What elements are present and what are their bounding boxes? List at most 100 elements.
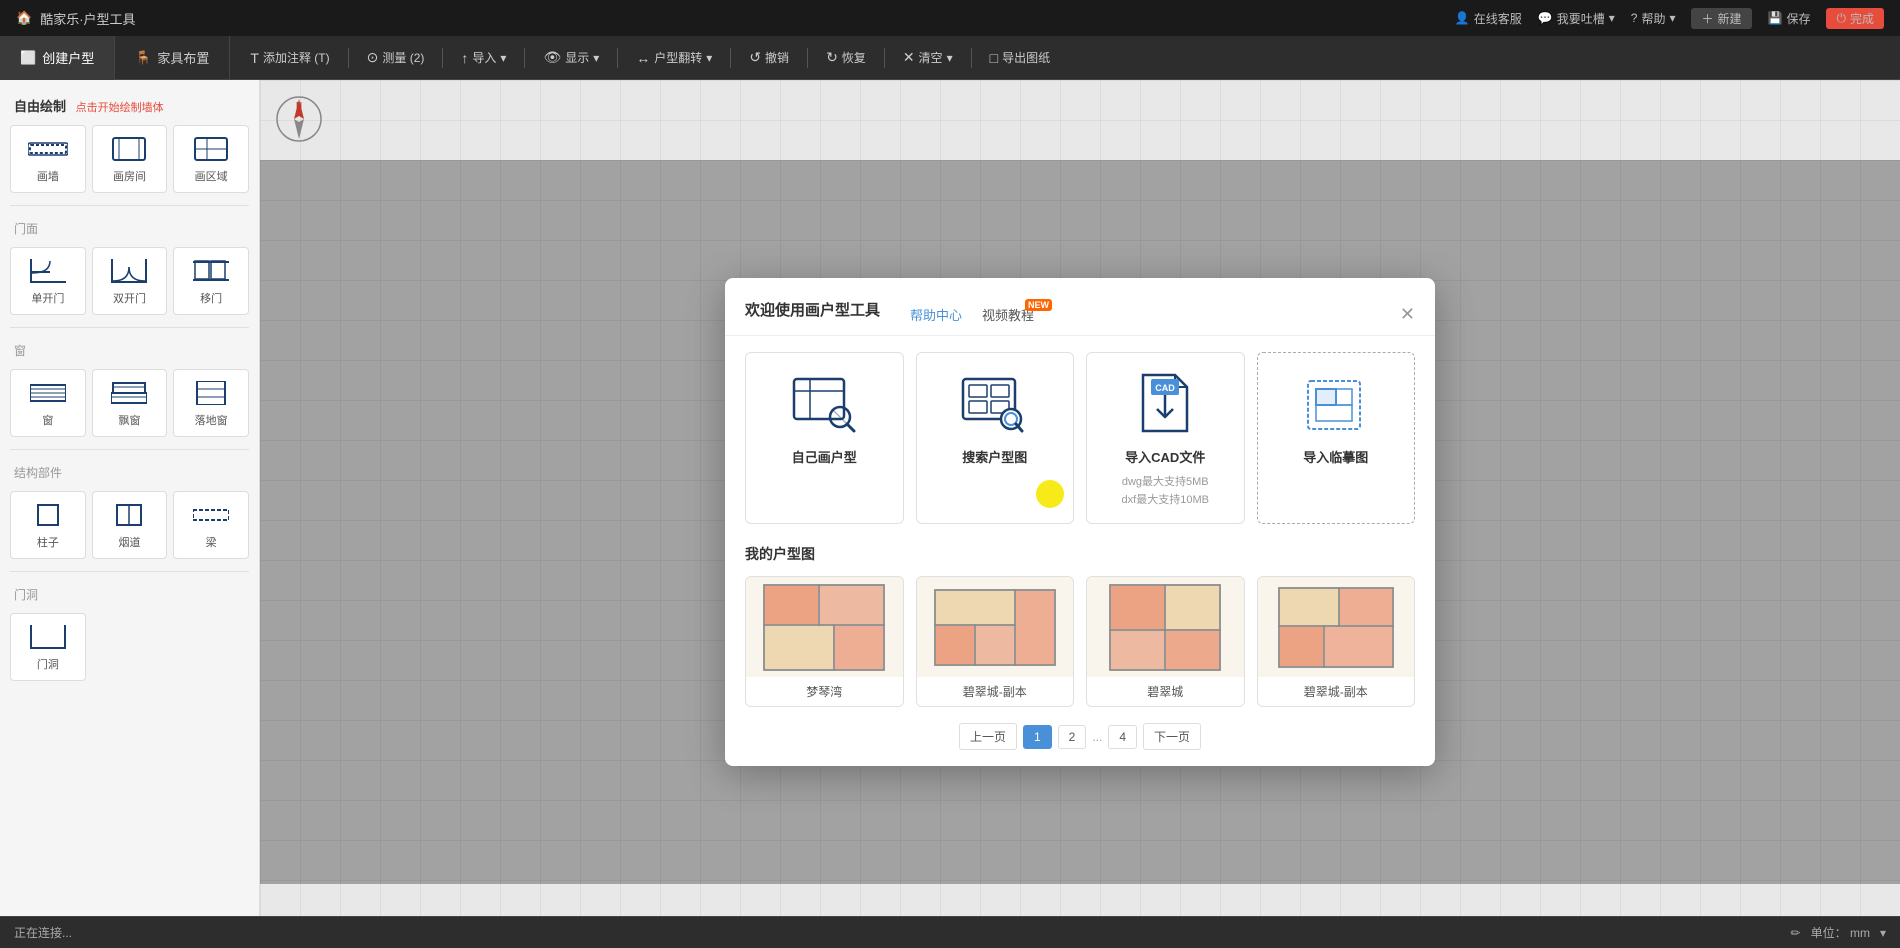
pillar-icon — [26, 500, 70, 530]
prev-page-btn[interactable]: 上一页 — [959, 723, 1017, 750]
self-draw-title: 自由绘制 点击开始绘制墙体 — [0, 90, 259, 119]
sidebar-item-beam[interactable]: 梁 — [173, 491, 249, 559]
floor-plan-item[interactable]: 碧翠城-副本 — [1257, 576, 1416, 707]
sidebar-item-draw-wall[interactable]: 画墙 — [10, 125, 86, 193]
toolbar-actions: T 添加注释 (T) ⊙ 测量 (2) ↑ 导入 ▾ 👁 显示 ▾ ↔ 户型翻转… — [230, 45, 1900, 70]
search-plan-icon — [955, 371, 1035, 439]
window-items: 窗 飘窗 — [0, 363, 259, 443]
measure-icon: ⊙ — [367, 49, 379, 66]
floor-plan-name-2: 碧翠城-副本 — [917, 677, 1074, 706]
import-cad-sub: dwg最大支持5MB dxf最大支持10MB — [1122, 474, 1209, 509]
restore-btn[interactable]: ↻ 恢复 — [816, 45, 876, 70]
import-icon: ↑ — [461, 50, 468, 66]
modal-tab-video[interactable]: 视频教程 NEW — [982, 305, 1034, 334]
modal-close-btn[interactable]: ✕ — [1400, 304, 1415, 335]
sidebar-item-flue[interactable]: 烟道 — [92, 491, 168, 559]
sidebar-item-pillar[interactable]: 柱子 — [10, 491, 86, 559]
sidebar-item-bay-window[interactable]: 飘窗 — [92, 369, 168, 437]
beam-icon — [189, 500, 233, 530]
canvas-area[interactable]: N 欢迎使用画户型工具 帮助中心 视频教程 NEW ✕ — [260, 80, 1900, 916]
import-btn[interactable]: ↑ 导入 ▾ — [451, 45, 516, 70]
sidebar-item-doorway[interactable]: 门洞 — [10, 613, 86, 681]
tab-furniture[interactable]: 🪑 家具布置 — [115, 36, 230, 80]
sidebar-item-floor-window[interactable]: 落地窗 — [173, 369, 249, 437]
page-btn-2[interactable]: 2 — [1058, 725, 1087, 749]
flue-label: 烟道 — [118, 534, 140, 550]
option-draw-own[interactable]: 自己画户型 — [745, 352, 904, 524]
separator-1 — [348, 48, 349, 68]
modal-overlay: 欢迎使用画户型工具 帮助中心 视频教程 NEW ✕ — [260, 160, 1900, 884]
single-door-label: 单开门 — [31, 290, 64, 306]
undo-btn[interactable]: ↺ 撤销 — [739, 45, 799, 70]
separator-7 — [884, 48, 885, 68]
measure-btn[interactable]: ⊙ 测量 (2) — [357, 45, 435, 70]
flue-icon — [107, 500, 151, 530]
floor-plan-item[interactable]: 梦琴湾 — [745, 576, 904, 707]
floor-plan-item[interactable]: 碧翠城 — [1086, 576, 1245, 707]
page-btn-4[interactable]: 4 — [1108, 725, 1137, 749]
option-import-sketch[interactable]: 导入临摹图 — [1257, 352, 1416, 524]
svg-text:N: N — [296, 101, 302, 110]
sidebar-item-draw-room[interactable]: 画房间 — [92, 125, 168, 193]
draw-own-title: 自己画户型 — [792, 447, 857, 466]
new-btn[interactable]: ＋ 新建 — [1691, 8, 1751, 29]
export-btn[interactable]: □ 导出图纸 — [980, 45, 1060, 70]
restore-icon: ↻ — [826, 49, 838, 66]
import-dropdown-icon: ▾ — [500, 51, 506, 65]
window-icon — [26, 378, 70, 408]
display-dropdown-icon: ▾ — [593, 51, 599, 65]
modal-title: 欢迎使用画户型工具 — [745, 299, 880, 320]
unit-dropdown-icon[interactable]: ▾ — [1880, 926, 1886, 940]
import-sketch-icon — [1296, 371, 1376, 439]
title-bar: 🏠 酷家乐·户型工具 👤 在线客服 💬 我要吐槽 ▾ ? 帮助 ▾ ＋ 新建 💾… — [0, 0, 1900, 36]
section-title-window: 窗 — [0, 334, 259, 363]
title-bar-left: 🏠 酷家乐·户型工具 — [16, 9, 136, 28]
sidebar-item-window[interactable]: 窗 — [10, 369, 86, 437]
undo-icon: ↺ — [749, 49, 761, 66]
double-door-icon — [107, 256, 151, 286]
display-btn[interactable]: 👁 显示 ▾ — [533, 45, 609, 70]
option-cards: 自己画户型 — [745, 352, 1415, 524]
feedback-btn[interactable]: 💬 我要吐槽 ▾ — [1538, 10, 1615, 27]
status-bar: 正在连接... ✏ 单位： mm ▾ — [0, 916, 1900, 948]
annotate-btn[interactable]: T 添加注释 (T) — [240, 45, 339, 70]
floor-plan-item[interactable]: 碧翠城-副本 — [916, 576, 1075, 707]
floor-plan-name-4: 碧翠城-副本 — [1258, 677, 1415, 706]
sidebar-item-sliding-door[interactable]: 移门 — [173, 247, 249, 315]
option-search-plan[interactable]: 搜索户型图 — [916, 352, 1075, 524]
save-icon: 💾 — [1768, 11, 1783, 25]
tab-create-icon: ⬜ — [20, 50, 36, 66]
option-import-cad[interactable]: CAD 导入CAD文件 dwg最大支持5MB dxf最大支持10MB — [1086, 352, 1245, 524]
sidebar-item-double-door[interactable]: 双开门 — [92, 247, 168, 315]
sidebar-item-draw-area[interactable]: 画区域 — [173, 125, 249, 193]
tab-create[interactable]: ⬜ 创建户型 — [0, 36, 115, 80]
edit-icon: ✏ — [1791, 926, 1801, 940]
help-btn[interactable]: ? 帮助 ▾ — [1631, 10, 1676, 27]
window-label: 窗 — [42, 412, 53, 428]
annotate-icon: T — [250, 50, 259, 66]
page-dots: ... — [1092, 730, 1102, 744]
clear-btn[interactable]: ✕ 清空 ▾ — [893, 45, 963, 70]
divider-3 — [10, 449, 249, 450]
page-btn-1[interactable]: 1 — [1023, 725, 1052, 749]
import-cad-title: 导入CAD文件 — [1125, 447, 1205, 466]
section-title-door: 门面 — [0, 212, 259, 241]
floor-window-label: 落地窗 — [195, 412, 228, 428]
door-items: 单开门 双开门 — [0, 241, 259, 321]
separator-2 — [442, 48, 443, 68]
compass-icon: N — [274, 94, 324, 144]
complete-btn[interactable]: ⏻ 完成 — [1826, 8, 1884, 29]
status-bar-right: ✏ 单位： mm ▾ — [1791, 924, 1886, 941]
next-page-btn[interactable]: 下一页 — [1143, 723, 1201, 750]
flipplan-btn[interactable]: ↔ 户型翻转 ▾ — [626, 45, 722, 70]
sidebar-item-single-door[interactable]: 单开门 — [10, 247, 86, 315]
welcome-modal: 欢迎使用画户型工具 帮助中心 视频教程 NEW ✕ — [725, 278, 1435, 766]
help-dropdown-icon: ▾ — [1669, 11, 1675, 25]
floor-plan-thumb-1 — [746, 577, 903, 677]
draw-area-label: 画区域 — [195, 168, 228, 184]
save-btn[interactable]: 💾 保存 — [1768, 10, 1811, 27]
modal-tab-help[interactable]: 帮助中心 — [910, 305, 962, 334]
customer-service-btn[interactable]: 👤 在线客服 — [1455, 10, 1522, 27]
separator-6 — [807, 48, 808, 68]
single-door-icon — [26, 256, 70, 286]
